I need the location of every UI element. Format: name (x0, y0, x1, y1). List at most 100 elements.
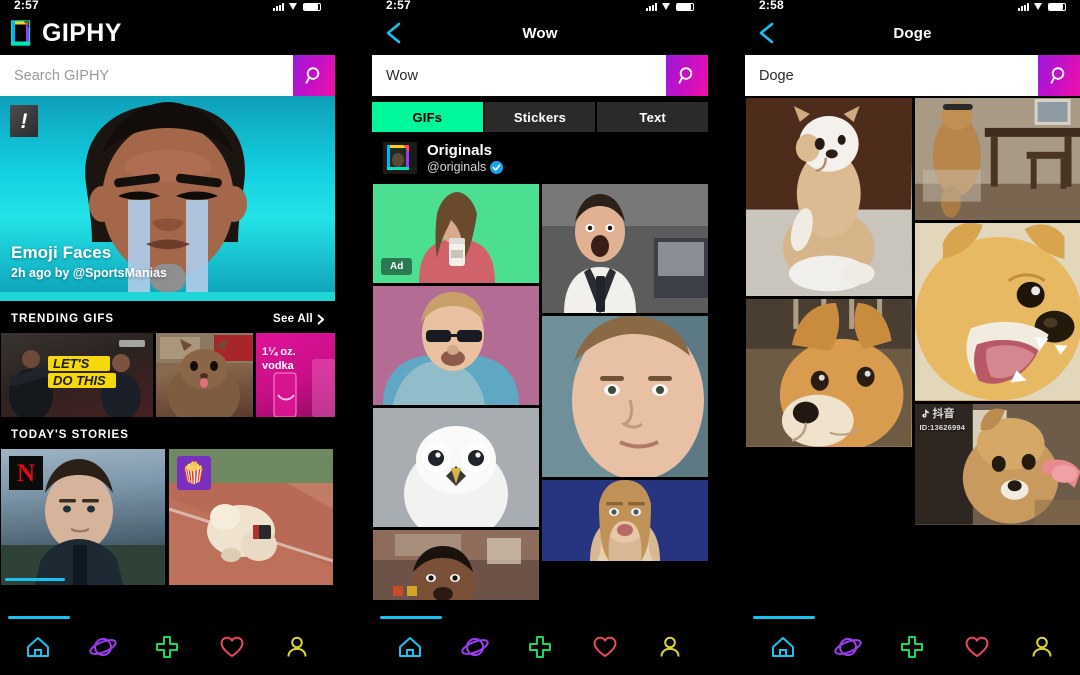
plus-icon (901, 636, 924, 658)
person-icon (660, 636, 680, 657)
nav-explore-button[interactable] (453, 627, 497, 667)
nav-home-button[interactable] (16, 627, 60, 667)
content-type-tabs[interactable]: GIFs Stickers Text (372, 96, 708, 132)
plus-icon (528, 636, 551, 658)
gif-cell-shiba-head-tilt[interactable] (746, 299, 912, 447)
nav-create-button[interactable] (518, 627, 562, 667)
featured-badge: ! (10, 105, 38, 137)
gif-art (373, 408, 539, 528)
gif-cell-shocked-office-man[interactable] (542, 184, 708, 314)
gif-cell-woman-blue-bg[interactable] (542, 480, 708, 562)
search-input[interactable] (745, 55, 1038, 96)
giphy-logo-icon (10, 20, 33, 46)
gif-art (373, 530, 539, 601)
nav-create-button[interactable] (890, 627, 934, 667)
gif-cell-closeup-face[interactable] (542, 316, 708, 478)
nav-favorites-button[interactable] (955, 627, 999, 667)
gif-cell-shiba-plush-sitting[interactable] (746, 98, 912, 296)
featured-accent-strip (0, 292, 335, 301)
see-all-label: See All (272, 313, 313, 325)
verified-badge-icon (490, 160, 504, 174)
planet-icon (461, 638, 489, 656)
phone-screen-search-wow: 2:57 Wow G (372, 0, 708, 675)
planet-icon (89, 638, 117, 656)
story-tile-netflix[interactable]: N (1, 449, 165, 585)
search-bar[interactable] (745, 55, 1080, 96)
trending-tile-tiktok-cat[interactable] (156, 333, 253, 417)
svg-text:vodka: vodka (262, 360, 295, 372)
nav-create-button[interactable] (145, 627, 189, 667)
nav-explore-button[interactable] (826, 627, 870, 667)
search-bar[interactable] (0, 55, 335, 96)
trending-tile-vodka-ad[interactable]: 1¼ oz. vodka (256, 333, 335, 417)
todays-stories-row[interactable]: N 🍿 (0, 449, 335, 585)
status-bar: 2:57 (372, 0, 708, 11)
originals-channel-row[interactable]: Originals @originals (372, 132, 708, 184)
back-chevron-icon (386, 22, 401, 44)
featured-banner[interactable]: ! Emoji Faces 2h ago by @SportsManias (0, 96, 335, 292)
gif-cell-surprised-man[interactable] (373, 530, 539, 601)
gif-art (542, 184, 708, 314)
nav-profile-button[interactable] (275, 627, 319, 667)
search-input[interactable] (0, 55, 293, 96)
netflix-badge-icon: N (9, 456, 43, 490)
story-tile-popcorn[interactable]: 🍿 (169, 449, 333, 585)
search-input[interactable] (372, 55, 666, 96)
bottom-navigation[interactable] (745, 619, 1080, 675)
svg-text:1¼ oz.: 1¼ oz. (262, 346, 296, 358)
nav-explore-button[interactable] (81, 627, 125, 667)
gif-cell-shiba-jumping-table[interactable] (914, 98, 1080, 220)
tab-stickers[interactable]: Stickers (484, 102, 596, 132)
brand-title: GIPHY (42, 18, 122, 47)
popcorn-badge-icon: 🍿 (177, 456, 211, 490)
bottom-navigation[interactable] (0, 619, 335, 675)
trending-tile-lets-do-this[interactable]: LET'S DO THIS (1, 333, 153, 417)
signal-bars-icon (646, 3, 657, 11)
three-phone-screenshot: 2:57 GIPHY Search GIPHY ! Emoji Faces 2h… (0, 0, 1080, 675)
nav-profile-button[interactable] (648, 627, 692, 667)
search-icon (1050, 67, 1064, 84)
gif-cell-barista-ad[interactable]: Ad (373, 184, 539, 284)
back-button[interactable] (384, 22, 404, 44)
gif-cell-shiba-barking[interactable] (914, 223, 1080, 401)
trending-tile-art (156, 333, 253, 417)
nav-header: Wow (372, 11, 708, 55)
wifi-icon (288, 3, 299, 11)
search-button[interactable] (1038, 55, 1080, 96)
gif-art (542, 480, 708, 562)
phone-screen-search-doge: 2:58 Doge Doge 抖音 ID:13626994 (745, 0, 1080, 675)
nav-home-button[interactable] (388, 627, 432, 667)
gif-cell-shiba-treat[interactable]: 抖音 ID:13626994 (914, 404, 1080, 525)
tab-text[interactable]: Text (597, 102, 708, 132)
nav-favorites-button[interactable] (583, 627, 627, 667)
gif-art (746, 98, 912, 296)
grid-column-right: 抖音 ID:13626994 (914, 98, 1080, 525)
nav-home-button[interactable] (761, 627, 805, 667)
nav-favorites-button[interactable] (210, 627, 254, 667)
gif-cell-white-owl[interactable] (373, 408, 539, 528)
wifi-icon (1033, 3, 1044, 11)
tab-gifs[interactable]: GIFs (372, 102, 483, 132)
page-title: Wow (522, 24, 558, 42)
trending-section-header: TRENDING GIFS See All (0, 301, 335, 333)
trending-gifs-row[interactable]: LET'S DO THIS 1¼ oz. vodka (0, 333, 335, 417)
story-progress-bar (5, 578, 65, 581)
channel-handle: @originals (427, 160, 487, 175)
see-all-button[interactable]: See All (273, 313, 324, 325)
gif-results-grid[interactable]: 抖音 ID:13626994 (745, 96, 1080, 525)
nav-profile-button[interactable] (1020, 627, 1064, 667)
search-bar[interactable] (372, 55, 708, 96)
back-button[interactable] (757, 22, 777, 44)
search-button[interactable] (666, 55, 708, 96)
search-button[interactable] (293, 55, 335, 96)
gif-art (542, 316, 708, 478)
battery-icon (1048, 3, 1066, 11)
stories-section-header: TODAY'S STORIES (0, 417, 335, 449)
gif-cell-sunglasses-guy[interactable] (373, 286, 539, 406)
gif-results-grid[interactable]: Ad (372, 184, 708, 601)
status-time: 2:58 (759, 0, 784, 11)
bottom-navigation[interactable] (372, 619, 708, 675)
gif-art (373, 286, 539, 406)
home-icon (399, 637, 422, 657)
wifi-icon (661, 3, 672, 11)
